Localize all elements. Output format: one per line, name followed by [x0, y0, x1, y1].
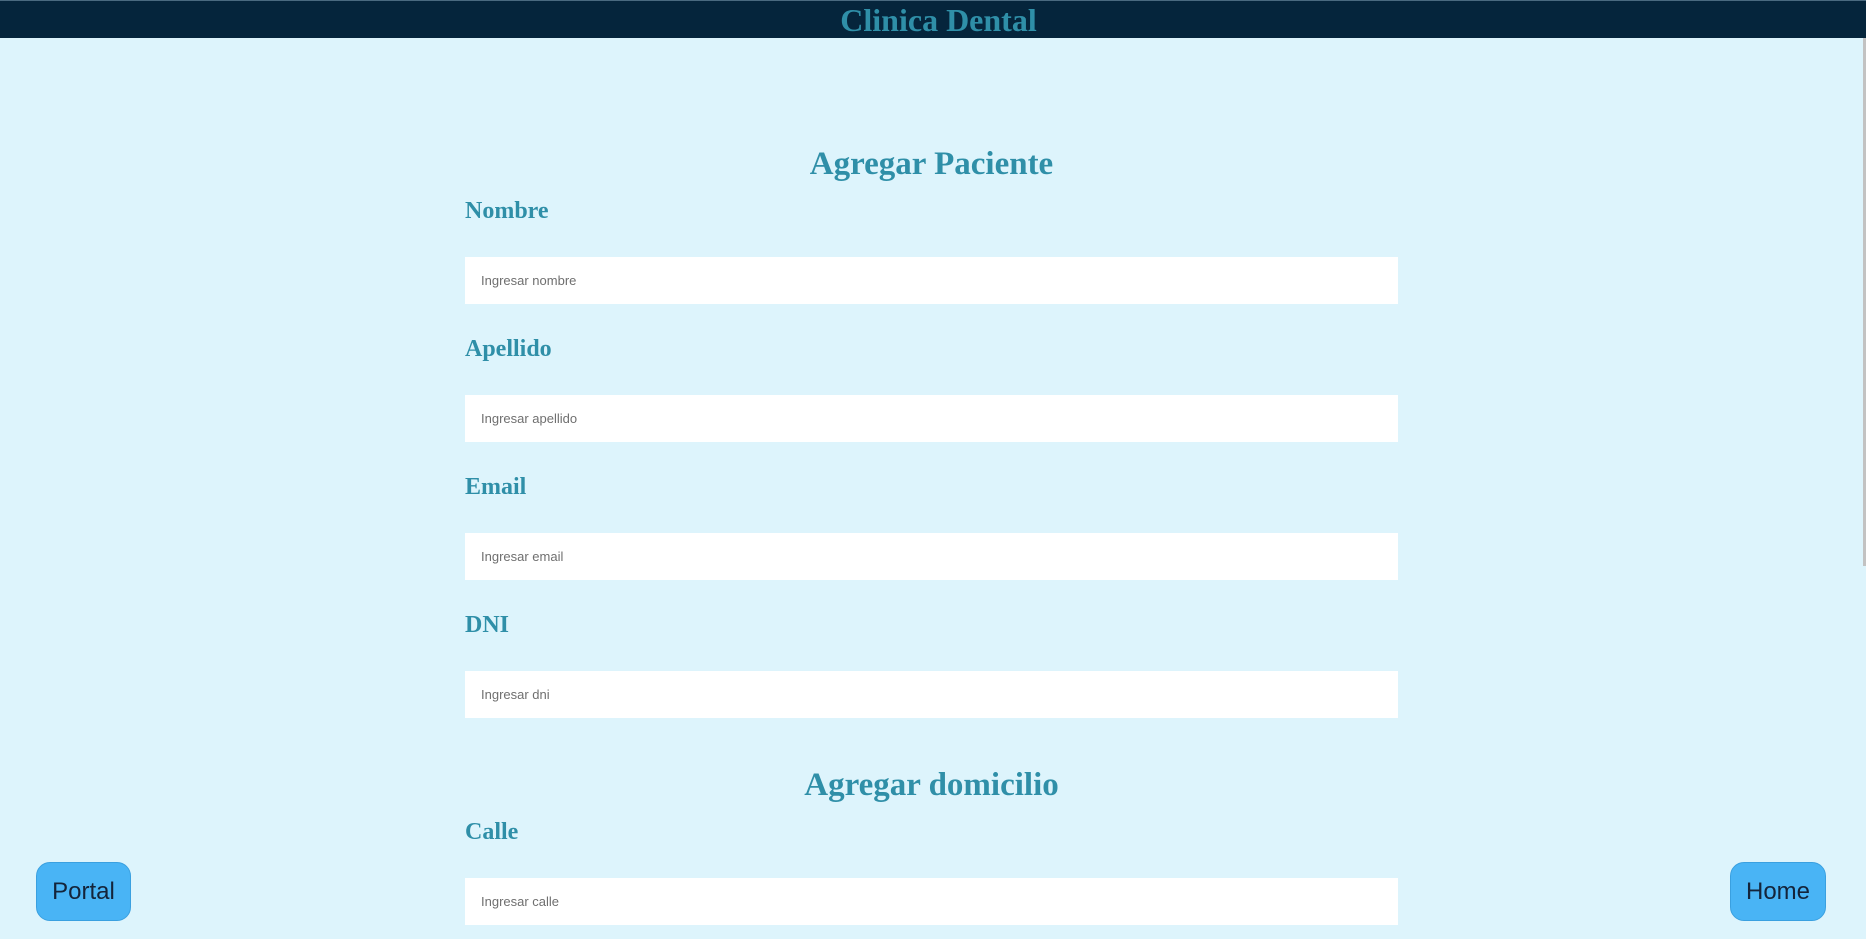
portal-button[interactable]: Portal	[36, 862, 131, 921]
address-section-title: Agregar domicilio	[804, 767, 1059, 803]
apellido-label: Apellido	[465, 336, 552, 362]
nombre-label: Nombre	[465, 198, 549, 224]
email-input[interactable]	[465, 533, 1398, 580]
nombre-input[interactable]	[465, 257, 1398, 304]
home-button[interactable]: Home	[1730, 862, 1826, 921]
dni-input[interactable]	[465, 671, 1398, 718]
patient-form: Agregar Paciente Nombre Apellido Email D…	[465, 0, 1398, 939]
email-label: Email	[465, 474, 527, 500]
dni-label: DNI	[465, 612, 510, 638]
calle-label: Calle	[465, 819, 519, 845]
calle-input[interactable]	[465, 878, 1398, 925]
patient-section-title: Agregar Paciente	[809, 146, 1054, 182]
apellido-input[interactable]	[465, 395, 1398, 442]
